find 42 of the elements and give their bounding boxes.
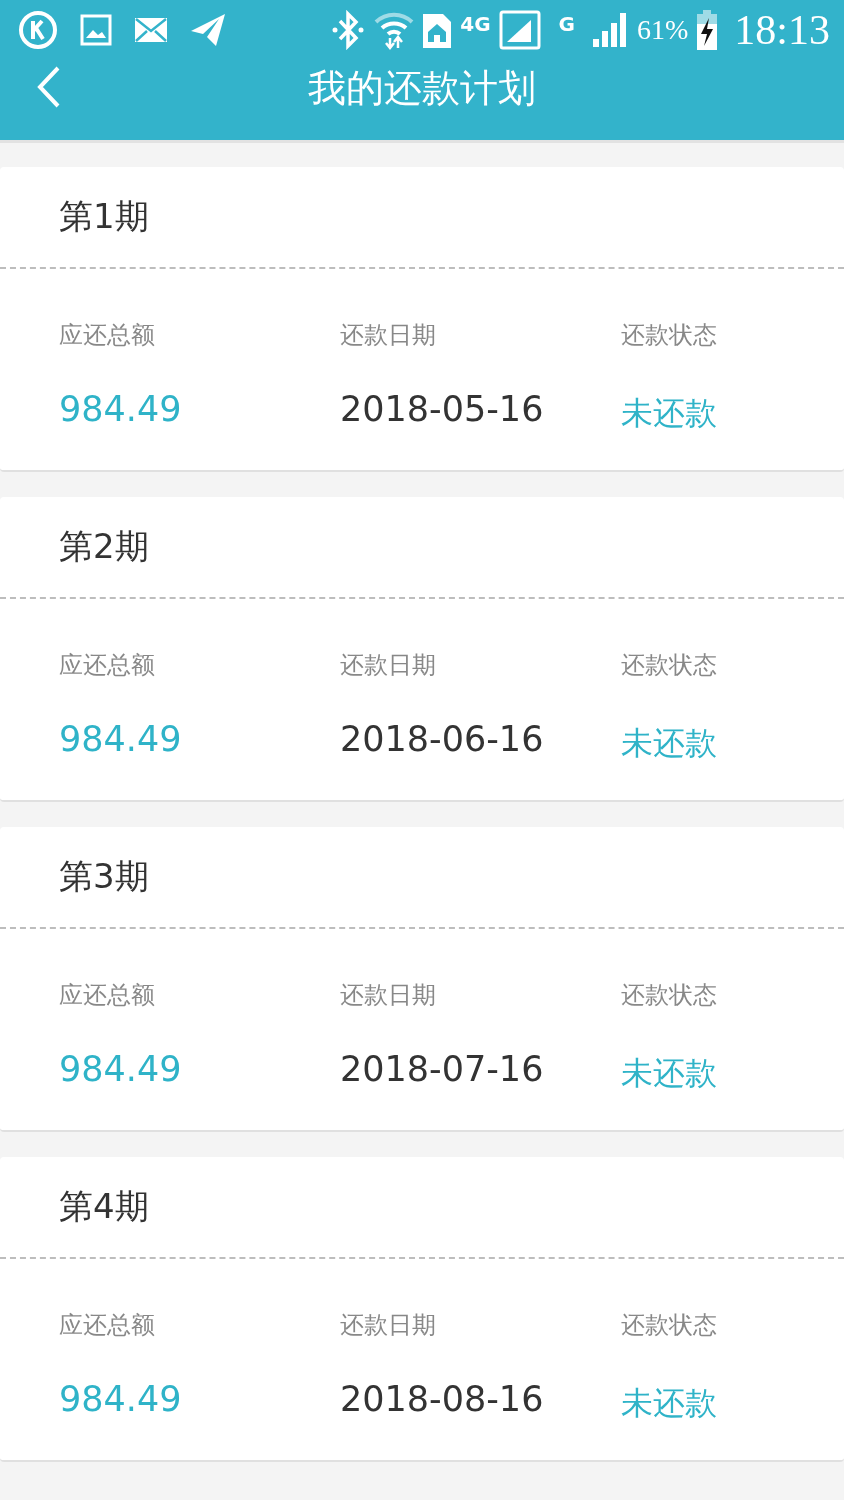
network-type-label: 4G [460,12,491,36]
status-label: 还款状态 [621,980,717,1011]
image-icon [80,14,112,46]
status-label: 还款状态 [621,650,717,681]
status-value: 未还款 [621,1383,717,1423]
status-value: 未还款 [621,393,717,433]
date-label: 还款日期 [340,320,436,351]
date-value: 2018-07-16 [340,1049,544,1091]
k-logo-icon [18,10,58,50]
network-type-label: G [558,12,575,36]
status-value: 未还款 [621,723,717,763]
period-title: 第1期 [59,195,149,238]
amount-value: 984.49 [59,1049,182,1091]
back-icon[interactable] [36,66,62,108]
mail-icon [134,17,168,43]
amount-label: 应还总额 [59,320,155,351]
send-icon [190,13,226,47]
amount-label: 应还总额 [59,650,155,681]
date-value: 2018-06-16 [340,719,544,761]
date-label: 还款日期 [340,980,436,1011]
status-label: 还款状态 [621,1310,717,1341]
status-label: 还款状态 [621,320,717,351]
signal-icon [498,10,541,50]
amount-value: 984.49 [59,389,182,431]
date-value: 2018-05-16 [340,389,544,431]
amount-label: 应还总额 [59,980,155,1011]
period-title: 第2期 [59,525,149,568]
wifi-icon [374,10,415,50]
battery-percent: 61% [637,14,689,46]
amount-value: 984.49 [59,719,182,761]
amount-label: 应还总额 [59,1310,155,1341]
date-label: 还款日期 [340,1310,436,1341]
signal-icon [591,11,629,49]
date-value: 2018-08-16 [340,1379,544,1421]
period-title: 第3期 [59,855,149,898]
amount-value: 984.49 [59,1379,182,1421]
page-title: 我的还款计划 [308,64,536,112]
battery-charging-icon [696,10,719,50]
period-title: 第4期 [59,1185,149,1228]
date-label: 还款日期 [340,650,436,681]
status-value: 未还款 [621,1053,717,1093]
clock-time: 18:13 [734,6,830,54]
